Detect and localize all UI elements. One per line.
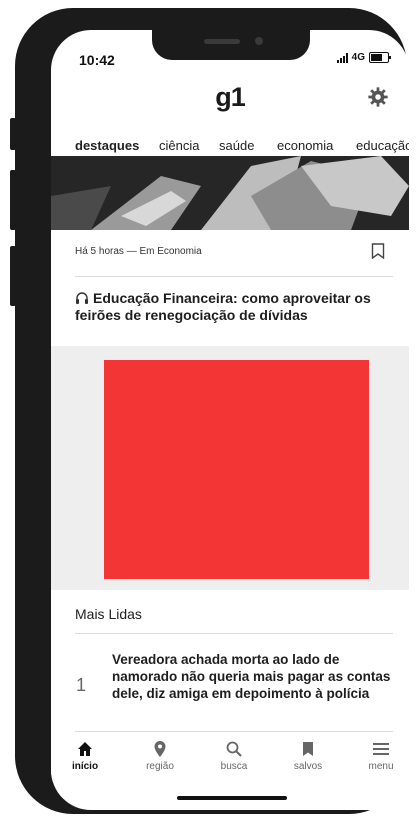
- nav-busca[interactable]: busca: [204, 740, 264, 772]
- nav-label: início: [71, 761, 99, 772]
- divider: [75, 633, 393, 634]
- bookmark-icon[interactable]: [371, 243, 385, 259]
- nav-inicio[interactable]: início: [55, 740, 115, 772]
- divider: [75, 276, 393, 277]
- location-pin-icon: [154, 741, 166, 757]
- signal-icon: [336, 52, 348, 63]
- nav-salvos[interactable]: salvos: [278, 740, 338, 772]
- article-headline[interactable]: Educação Financeira: como aproveitar os …: [75, 290, 395, 324]
- speaker: [204, 39, 240, 44]
- status-time: 10:42: [79, 52, 115, 68]
- nav-menu[interactable]: menu: [351, 740, 409, 772]
- volume-up-button: [10, 170, 16, 230]
- g1-logo[interactable]: g1: [51, 82, 409, 113]
- home-indicator[interactable]: [177, 796, 287, 800]
- bottom-navigation: início região busca salvos menu: [51, 732, 409, 782]
- hero-photo: [51, 156, 409, 230]
- tab-saude[interactable]: saúde: [219, 138, 254, 153]
- list-rank: 1: [76, 675, 87, 695]
- ad-container: [51, 346, 409, 590]
- tab-educacao[interactable]: educação: [356, 138, 409, 153]
- home-icon: [78, 742, 92, 756]
- mute-switch: [10, 118, 16, 150]
- battery-icon: [369, 52, 391, 63]
- nav-regiao[interactable]: região: [130, 740, 190, 772]
- gear-icon[interactable]: [367, 86, 389, 108]
- nav-label: menu: [368, 761, 394, 772]
- tab-destaques[interactable]: destaques: [75, 138, 139, 153]
- tab-economia[interactable]: economia: [277, 138, 333, 153]
- list-item[interactable]: 1 Vereadora achada morta ao lado de namo…: [51, 645, 409, 731]
- bookmark-icon: [303, 742, 313, 756]
- volume-down-button: [10, 246, 16, 306]
- ad-banner[interactable]: [104, 360, 369, 579]
- headline-text: Educação Financeira: como aproveitar os …: [75, 290, 371, 323]
- nav-label: busca: [220, 761, 248, 772]
- list-item-text: Vereadora achada morta ao lado de namora…: [112, 652, 391, 701]
- article-hero-image[interactable]: [51, 156, 409, 230]
- nav-label: salvos: [293, 761, 323, 772]
- search-icon: [226, 741, 242, 757]
- headphones-icon: [76, 292, 88, 304]
- camera: [255, 37, 263, 45]
- nav-label: região: [146, 761, 174, 772]
- tab-ciencia[interactable]: ciência: [159, 138, 199, 153]
- most-read-title: Mais Lidas: [75, 606, 142, 622]
- app-screen: 10:42 4G g1 destaques ciência saúde econ…: [51, 30, 409, 810]
- status-bar-icons: 4G: [336, 52, 391, 63]
- network-label: 4G: [351, 52, 365, 63]
- menu-icon: [373, 743, 389, 755]
- notch: [152, 30, 310, 60]
- phone-frame: 10:42 4G g1 destaques ciência saúde econ…: [15, 8, 409, 814]
- article-meta: Há 5 horas — Em Economia: [75, 246, 202, 257]
